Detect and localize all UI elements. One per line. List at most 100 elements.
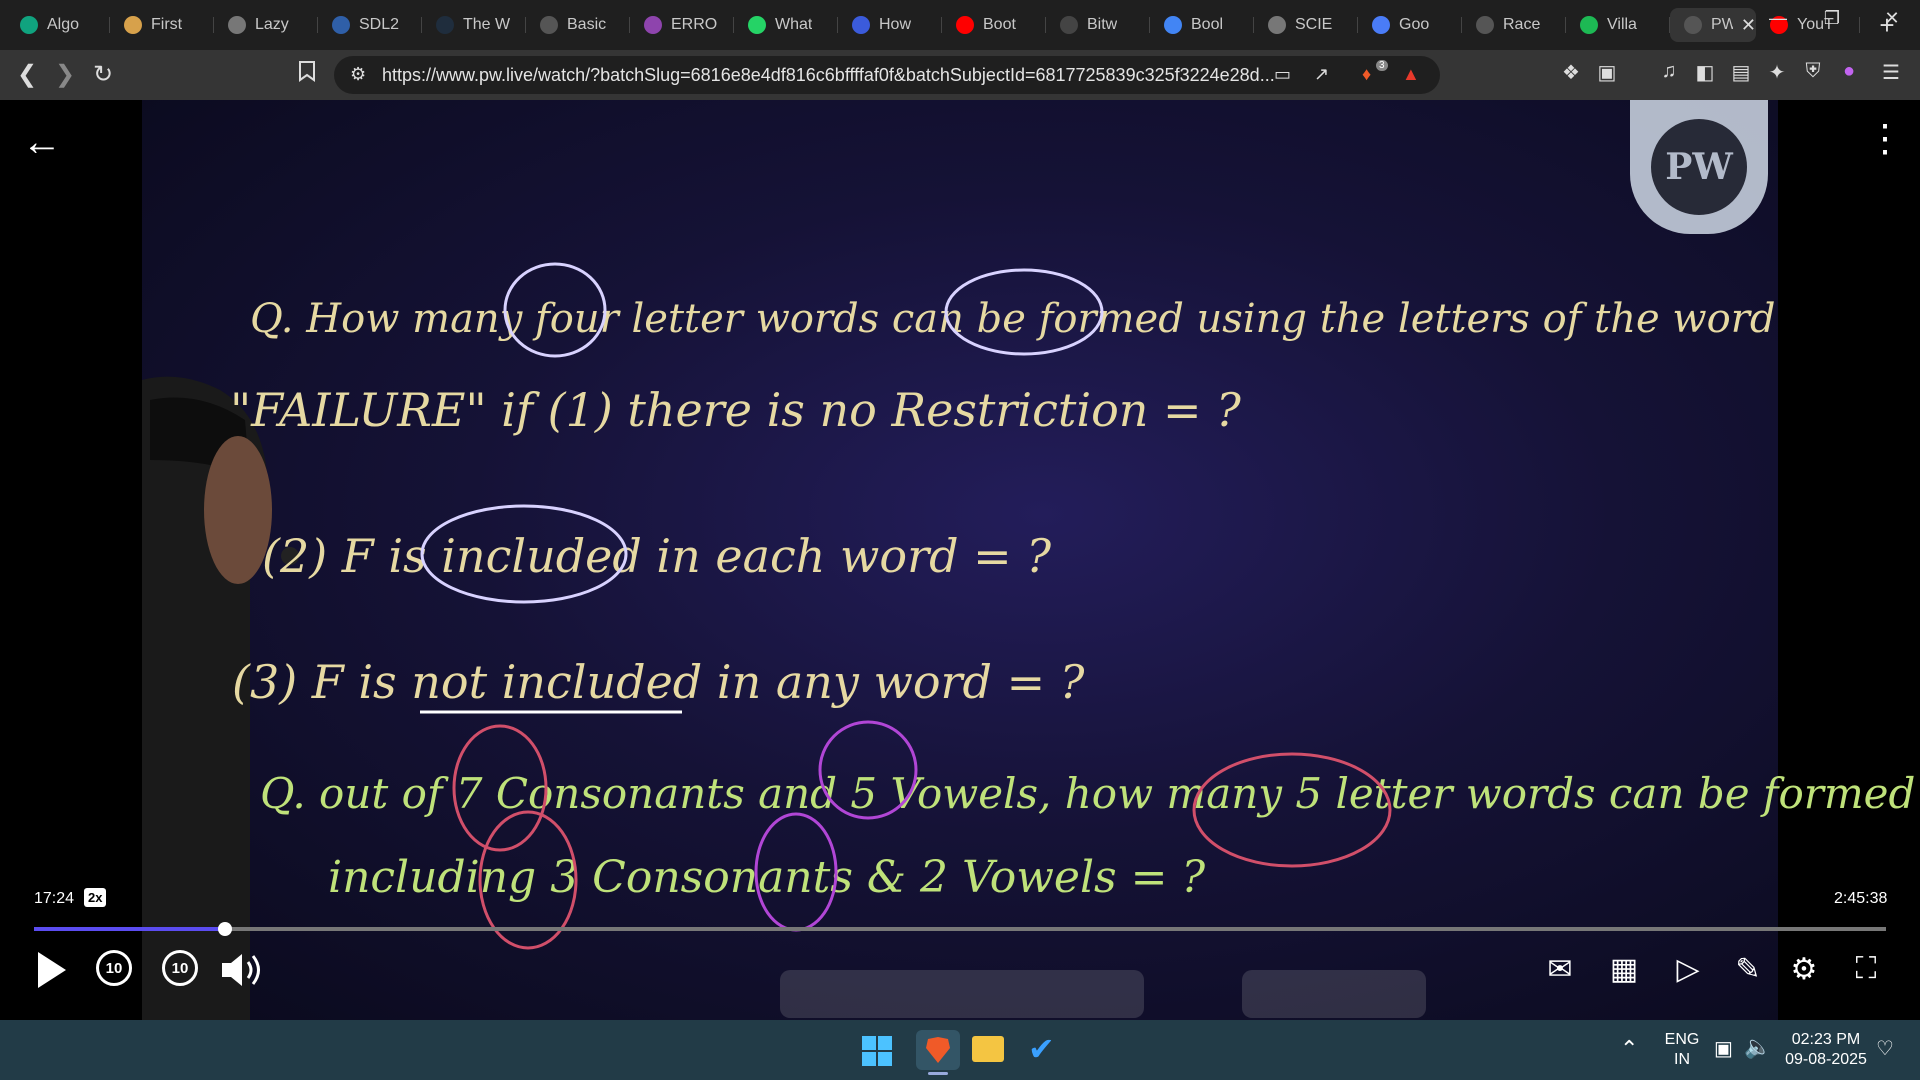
tab-title: Lazy bbox=[255, 16, 289, 33]
browser-tab[interactable]: PW ✕ bbox=[1670, 8, 1756, 42]
fullscreen-icon[interactable]: ⛶ bbox=[1846, 952, 1886, 986]
pw-logo-text: PW bbox=[1665, 146, 1733, 188]
tab-title: SCIE bbox=[1295, 16, 1333, 33]
skip-forward-label: 10 bbox=[171, 959, 189, 977]
browser-tab[interactable]: What bbox=[734, 8, 838, 42]
clock[interactable]: 02:23 PM 09-08-2025 bbox=[1784, 1030, 1868, 1070]
seek-bar[interactable] bbox=[34, 922, 1886, 936]
media-icon[interactable]: ♫ bbox=[1654, 60, 1684, 83]
bookmark-icon[interactable] bbox=[292, 60, 322, 89]
tab-title: SDL2 bbox=[359, 16, 400, 33]
file-explorer-icon[interactable] bbox=[972, 1036, 1004, 1062]
question-1-line-1: Q. How many four letter words can be for… bbox=[250, 296, 1775, 342]
video-player[interactable]: Q. How many four letter words can be for… bbox=[0, 100, 1920, 1020]
sidebar-icon[interactable]: ◧ bbox=[1690, 60, 1720, 85]
browser-tab[interactable]: How bbox=[838, 8, 942, 42]
w3schools-icon bbox=[436, 16, 454, 34]
url-text[interactable]: https://www.pw.live/watch/?batchSlug=681… bbox=[382, 65, 1292, 86]
back-arrow-icon[interactable]: ← bbox=[22, 120, 62, 165]
tab-title: Boot bbox=[983, 16, 1016, 33]
show-hidden-icons-icon[interactable]: ⌃ bbox=[1620, 1036, 1638, 1062]
tab-title: Algo bbox=[47, 16, 80, 33]
vpn-icon[interactable]: ⛨ bbox=[1798, 60, 1828, 83]
browser-tab[interactable]: Basic bbox=[526, 8, 630, 42]
play-icon[interactable] bbox=[36, 950, 68, 995]
volume-icon[interactable] bbox=[220, 950, 264, 995]
bitwise-icon bbox=[1060, 16, 1078, 34]
leo-ai-icon[interactable]: ✦ bbox=[1762, 60, 1792, 85]
share-icon[interactable]: ↗ bbox=[1314, 64, 1329, 85]
speaker-icon[interactable]: 🔈 bbox=[1744, 1034, 1771, 1060]
minimize-icon[interactable]: — bbox=[1758, 8, 1798, 29]
bolt-icon bbox=[124, 16, 142, 34]
globe-icon bbox=[228, 16, 246, 34]
notes-icon[interactable]: ✎ bbox=[1728, 952, 1768, 987]
browser-tab[interactable]: Goo bbox=[1358, 8, 1462, 42]
language-indicator[interactable]: ENG IN bbox=[1664, 1030, 1700, 1070]
tab-list: Algo First Lazy SDL2 The W Basic ERRO What How Bo… bbox=[6, 8, 1860, 42]
brave-taskbar-icon[interactable] bbox=[916, 1030, 960, 1070]
playback-speed-badge[interactable]: 2x bbox=[84, 888, 107, 907]
screenshot-icon[interactable]: ▣ bbox=[1592, 60, 1622, 85]
browser-tab[interactable]: Bitw bbox=[1046, 8, 1150, 42]
question-1-part-3: (3) F is not included in any word = ? bbox=[232, 655, 1085, 709]
mini-player-icon[interactable]: ▷ bbox=[1668, 952, 1708, 987]
forward-button[interactable]: ❯ bbox=[50, 60, 80, 89]
restore-icon[interactable]: ❐ bbox=[1812, 8, 1852, 29]
audio-icon bbox=[1684, 16, 1702, 34]
question-2-line-1: Q. out of 7 Consonants and 5 Vowels, how… bbox=[260, 769, 1915, 818]
wallet-icon[interactable]: ▤ bbox=[1726, 60, 1756, 85]
translate-icon[interactable]: ▦ bbox=[1604, 952, 1644, 987]
more-options-icon[interactable]: ⋮ bbox=[1866, 120, 1904, 158]
todo-check-icon[interactable]: ✔ bbox=[1028, 1030, 1055, 1068]
browser-tab[interactable]: SDL2 bbox=[318, 8, 422, 42]
back-button[interactable]: ❮ bbox=[12, 60, 42, 89]
taskbar-active-indicator bbox=[928, 1072, 948, 1075]
install-app-icon[interactable]: ▭ bbox=[1274, 64, 1291, 85]
skip-forward-10-icon[interactable]: 10 bbox=[162, 950, 198, 986]
browser-tab[interactable]: Boot bbox=[942, 8, 1046, 42]
tab-title: Bool bbox=[1191, 16, 1224, 33]
site-settings-icon[interactable]: ⚙ bbox=[350, 64, 366, 85]
language-line-1: ENG bbox=[1664, 1031, 1700, 1048]
youtube-icon bbox=[956, 16, 974, 34]
tab-title: PW bbox=[1711, 16, 1733, 33]
settings-icon[interactable]: ⚙ bbox=[1784, 952, 1824, 987]
reload-button[interactable]: ↻ bbox=[88, 60, 118, 89]
start-button[interactable] bbox=[862, 1036, 892, 1066]
browser-tab[interactable]: SCIE bbox=[1254, 8, 1358, 42]
poll-toolbar-overlay bbox=[1242, 970, 1426, 1018]
browser-tab[interactable]: Race bbox=[1462, 8, 1566, 42]
skip-back-10-icon[interactable]: 10 bbox=[96, 950, 132, 986]
brave-rewards-icon[interactable]: ▲ bbox=[1402, 64, 1420, 85]
tab-title: First bbox=[151, 16, 183, 33]
pw-watermark-logo: PW bbox=[1630, 100, 1768, 234]
browser-toolbar: ❮ ❯ ↻ ⚙ https://www.pw.live/watch/?batch… bbox=[0, 50, 1920, 100]
menu-icon[interactable]: ☰ bbox=[1876, 60, 1906, 85]
browser-tab[interactable]: ERRO bbox=[630, 8, 734, 42]
browser-tab[interactable]: First bbox=[110, 8, 214, 42]
address-bar[interactable]: ⚙ https://www.pw.live/watch/?batchSlug=6… bbox=[334, 56, 1440, 94]
browser-tab[interactable]: Algo bbox=[6, 8, 110, 42]
browser-tab[interactable]: Lazy bbox=[214, 8, 318, 42]
windows-taskbar: ✔ ⌃ ENG IN ▣ 🔈 02:23 PM 09-08-2025 ♡ bbox=[0, 1020, 1920, 1080]
network-icon[interactable]: ▣ bbox=[1714, 1036, 1733, 1061]
seek-bar-handle[interactable] bbox=[217, 922, 232, 936]
sdl-icon bbox=[332, 16, 350, 34]
browser-tab[interactable]: Villa bbox=[1566, 8, 1670, 42]
brave-shields-icon[interactable]: ♦ bbox=[1362, 64, 1371, 85]
profile-icon[interactable]: ● bbox=[1834, 60, 1864, 83]
clock-date: 09-08-2025 bbox=[1785, 1051, 1867, 1068]
browser-tab[interactable]: Bool bbox=[1150, 8, 1254, 42]
browser-tab[interactable]: The W bbox=[422, 8, 526, 42]
notification-bell-icon[interactable]: ♡ bbox=[1876, 1036, 1894, 1061]
clock-time: 02:23 PM bbox=[1791, 1031, 1861, 1048]
close-window-icon[interactable]: ✕ bbox=[1872, 8, 1912, 29]
gemini-icon bbox=[1372, 16, 1390, 34]
tab-strip: Algo First Lazy SDL2 The W Basic ERRO What How Bo… bbox=[0, 0, 1920, 50]
question-1-part-2: (2) F is included in each word = ? bbox=[262, 529, 1051, 583]
close-tab-icon[interactable]: ✕ bbox=[1741, 15, 1756, 36]
extensions-icon[interactable]: ❖ bbox=[1556, 60, 1586, 85]
chat-icon[interactable]: ✉ bbox=[1540, 952, 1580, 987]
page-icon bbox=[540, 16, 558, 34]
